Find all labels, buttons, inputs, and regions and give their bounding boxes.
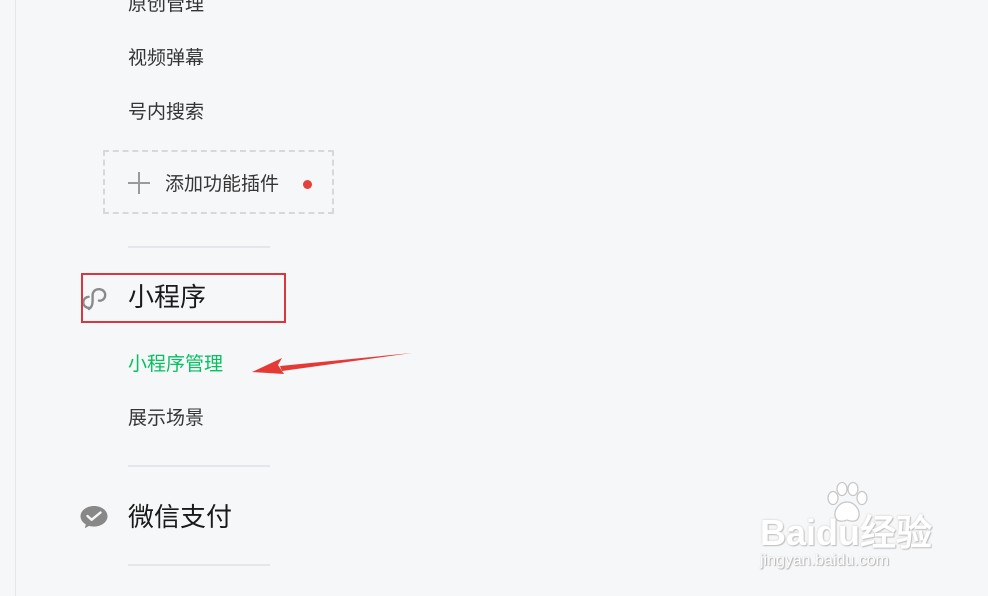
add-plugin-label: 添加功能插件	[165, 173, 280, 195]
sidebar-item-mini-program-management[interactable]: 小程序管理	[128, 352, 223, 376]
plus-icon	[128, 172, 150, 194]
page: 原创管理 视频弹幕 号内搜索 添加功能插件 小程序 小程序管理 展示场景 微信支…	[0, 0, 988, 596]
add-plugin-button[interactable]: 添加功能插件	[103, 150, 334, 214]
sidebar-border	[15, 0, 16, 596]
sidebar-item-video-danmaku[interactable]: 视频弹幕	[128, 46, 204, 70]
section-title-wechat-pay[interactable]: 微信支付	[128, 502, 232, 534]
sidebar-item-original-management[interactable]: 原创管理	[128, 0, 204, 16]
wechat-pay-icon	[80, 506, 108, 529]
watermark-url: jingyan.baidu.com	[760, 552, 889, 569]
divider	[128, 246, 270, 248]
sidebar-item-display-scenes[interactable]: 展示场景	[128, 406, 204, 430]
annotation-arrow	[252, 353, 412, 374]
divider	[128, 465, 270, 467]
annotation-highlight-box	[81, 273, 286, 323]
divider	[128, 564, 270, 566]
sidebar-item-account-search[interactable]: 号内搜索	[128, 100, 204, 124]
notification-dot	[303, 180, 312, 189]
watermark-brand: Baidu经验	[760, 512, 933, 553]
baidu-jingyan-watermark: Baidu经验 jingyan.baidu.com	[752, 482, 982, 582]
